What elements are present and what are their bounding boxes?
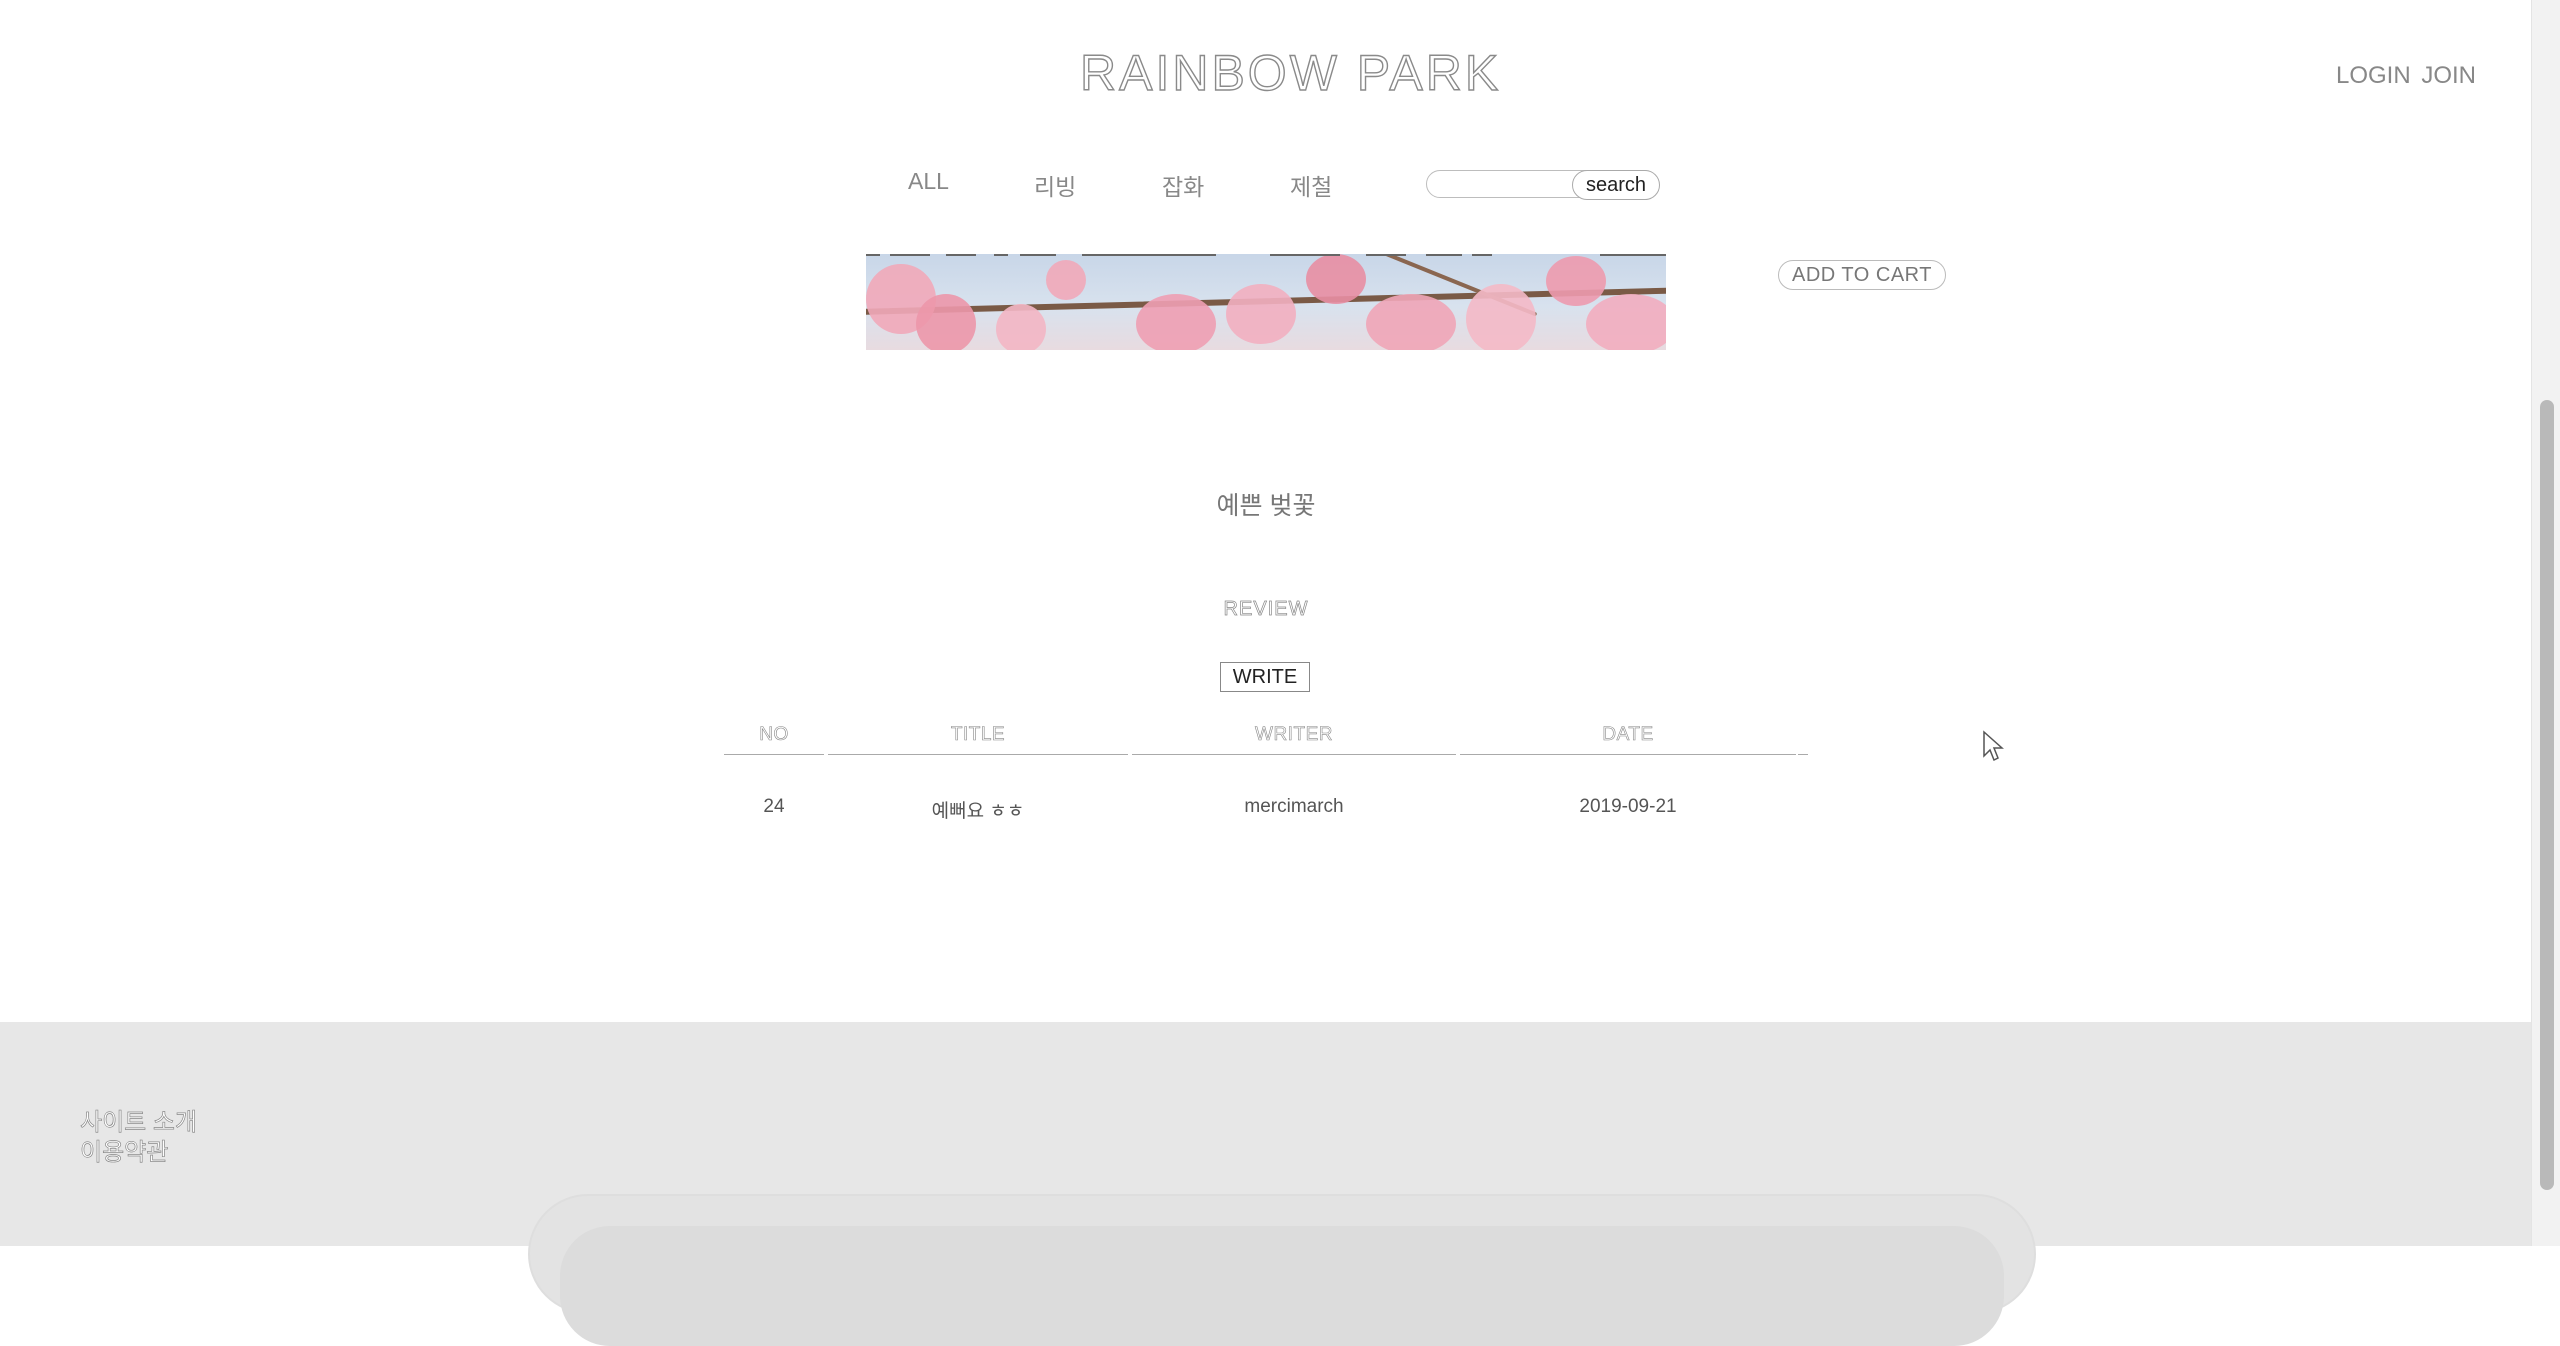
scrollbar-thumb[interactable] — [2540, 400, 2554, 1190]
column-header-writer: WRITER — [1255, 724, 1333, 746]
header-divider — [724, 754, 824, 755]
login-link[interactable]: LOGIN — [2336, 62, 2411, 89]
column-header-date: DATE — [1602, 724, 1654, 746]
search-button[interactable]: search — [1572, 170, 1660, 200]
write-review-button[interactable]: WRITE — [1220, 662, 1310, 692]
blossom-shape — [1226, 284, 1296, 344]
footer: 사이트 소개 이용약관 — [0, 1022, 2532, 1346]
header-divider — [828, 754, 1128, 755]
image-top-edge — [866, 254, 1666, 256]
footer-link-terms[interactable]: 이용약관 — [80, 1132, 169, 1167]
page-scrollbar[interactable] — [2531, 0, 2560, 1246]
blossom-shape — [1546, 256, 1606, 306]
header-divider — [1460, 754, 1796, 755]
column-header-no: NO — [759, 724, 789, 746]
blossom-shape — [1366, 294, 1456, 350]
table-header: NO TITLE WRITER DATE — [724, 724, 1808, 755]
cell-date: 2019-09-21 — [1579, 796, 1677, 817]
product-name: 예쁜 벚꽃 — [1216, 492, 1316, 520]
blossom-shape — [1306, 254, 1366, 304]
blossom-shape — [1466, 284, 1536, 350]
cell-writer: mercimarch — [1244, 796, 1344, 817]
footer-decoration — [560, 1226, 2004, 1346]
table-row[interactable]: 24 예뻐요 ㅎㅎ mercimarch 2019-09-21 — [724, 796, 1808, 826]
header-divider — [1132, 754, 1456, 755]
page: RAINBOW PARK LOGIN JOIN ALL 리빙 잡화 제철 sea… — [0, 0, 2532, 1346]
review-heading: REVIEW — [1223, 598, 1309, 621]
blossom-shape — [1046, 260, 1086, 300]
nav-item-all[interactable]: ALL — [908, 168, 949, 195]
nav-item-goods[interactable]: 잡화 — [1162, 168, 1204, 202]
blossom-shape — [1586, 294, 1666, 350]
product-image — [866, 254, 1666, 350]
search-form: search — [1426, 170, 1660, 200]
column-header-title: TITLE — [950, 724, 1006, 746]
blossom-shape — [996, 304, 1046, 350]
nav-item-seasonal[interactable]: 제철 — [1290, 168, 1332, 202]
blossom-shape — [916, 294, 976, 350]
cell-no: 24 — [763, 796, 785, 817]
header-divider — [1798, 754, 1808, 755]
add-to-cart-button[interactable]: ADD TO CART — [1778, 260, 1946, 290]
cell-title[interactable]: 예뻐요 ㅎㅎ — [828, 796, 1128, 823]
category-nav: ALL 리빙 잡화 제철 — [0, 168, 2532, 208]
review-table: NO TITLE WRITER DATE 24 예뻐요 ㅎㅎ mercimarc… — [724, 724, 1808, 822]
nav-item-living[interactable]: 리빙 — [1034, 168, 1076, 202]
auth-links: LOGIN JOIN — [2332, 62, 2476, 90]
join-link[interactable]: JOIN — [2421, 62, 2476, 89]
blossom-shape — [1136, 294, 1216, 350]
site-logo[interactable]: RAINBOW PARK — [1079, 44, 1501, 102]
